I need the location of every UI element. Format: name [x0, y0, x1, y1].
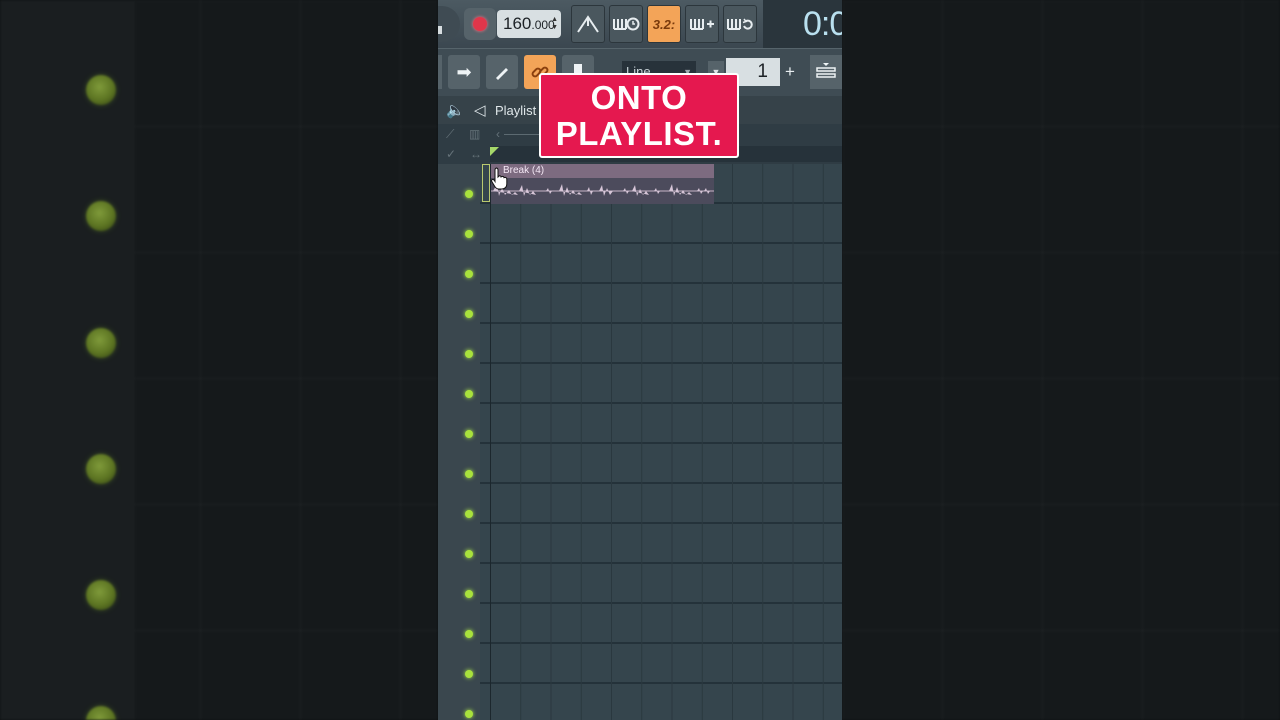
metronome-button[interactable]	[571, 5, 605, 43]
backdrop-led	[86, 580, 116, 610]
track-mute-led[interactable]	[465, 350, 473, 358]
track-mute-led[interactable]	[465, 190, 473, 198]
toolbar-edge	[438, 55, 442, 89]
track-mute-led[interactable]	[465, 470, 473, 478]
track-mute-led[interactable]	[465, 630, 473, 638]
tempo-field[interactable]: 160.000 ▲ ▼	[497, 10, 561, 38]
track-mute-led[interactable]	[465, 310, 473, 318]
blurred-backdrop-right	[842, 0, 1280, 720]
playlist-grid[interactable]	[480, 164, 842, 720]
speaker-left-icon[interactable]: ◁	[474, 101, 486, 119]
track-mute-led[interactable]	[465, 430, 473, 438]
record-button[interactable]	[464, 8, 496, 40]
track-mute-led[interactable]	[465, 550, 473, 558]
check-icon[interactable]: ✓	[446, 147, 456, 161]
speaker-icon[interactable]: 🔈	[446, 101, 465, 119]
tempo-spin-icon[interactable]: ▲ ▼	[551, 16, 558, 32]
record-icon	[473, 17, 487, 31]
countdown-label: 3.2:	[652, 16, 676, 32]
audio-clip[interactable]: Break (4)	[491, 164, 714, 204]
playhead-marker[interactable]	[490, 147, 499, 156]
caption-line-1: ONTO	[590, 78, 688, 116]
hand-cursor-icon	[491, 167, 508, 190]
piano-mode-icon[interactable]: ▥	[469, 127, 480, 141]
next-arrow-button[interactable]: ➡	[448, 55, 480, 89]
track-mute-led[interactable]	[465, 710, 473, 718]
metronome-icon	[577, 15, 599, 33]
draw-tool-button[interactable]	[486, 55, 518, 89]
blurred-backdrop-left	[0, 0, 438, 720]
track-mute-led[interactable]	[465, 670, 473, 678]
backdrop-led	[86, 328, 116, 358]
playlist-title: Playlist	[495, 103, 537, 118]
keyboard-loop-icon	[727, 18, 753, 30]
draw-mode-icon[interactable]: ⟋	[446, 127, 454, 142]
track-mute-led[interactable]	[465, 230, 473, 238]
grid-divider	[490, 164, 491, 720]
backdrop-led	[86, 75, 116, 105]
song-time-display: 0:0	[763, 0, 842, 48]
track-mute-led[interactable]	[465, 510, 473, 518]
audio-clip-title: Break (4)	[491, 164, 714, 178]
countdown-button[interactable]: 3.2:	[647, 5, 681, 43]
stop-button[interactable]	[438, 6, 460, 42]
stop-icon	[438, 26, 442, 34]
track-mute-led[interactable]	[465, 390, 473, 398]
keyboard-clock-icon	[613, 17, 640, 31]
track-mute-led[interactable]	[465, 590, 473, 598]
arrow-right-icon: ➡	[456, 61, 472, 82]
tempo-integer: 160	[503, 14, 532, 33]
caption-line-2: PLAYLIST.	[555, 114, 723, 152]
backdrop-track-column	[0, 0, 135, 720]
link-arrows-icon[interactable]: ↔	[470, 147, 482, 161]
pencil-icon	[496, 68, 508, 80]
keyboard-plus-icon	[690, 19, 714, 30]
pattern-picker-button[interactable]	[810, 55, 842, 89]
backdrop-led	[86, 201, 116, 231]
caption-banner: ONTO PLAYLIST.	[539, 73, 739, 158]
horizontal-scrollbar[interactable]	[504, 134, 544, 135]
clip-selection-handle[interactable]	[482, 164, 490, 202]
pattern-list-icon	[816, 63, 836, 78]
track-mute-led[interactable]	[465, 270, 473, 278]
transport-toolbar: 160.000 ▲ ▼ 3.2: 0:0	[438, 0, 842, 48]
step-edit-button[interactable]	[685, 5, 719, 43]
loop-record-button[interactable]	[723, 5, 757, 43]
track-header-column	[438, 164, 480, 720]
step-increment-button[interactable]: +	[782, 61, 798, 83]
backdrop-led	[86, 454, 116, 484]
scroll-left-icon[interactable]: ‹	[496, 127, 500, 141]
audio-waveform	[491, 184, 714, 196]
wait-for-input-button[interactable]	[609, 5, 643, 43]
